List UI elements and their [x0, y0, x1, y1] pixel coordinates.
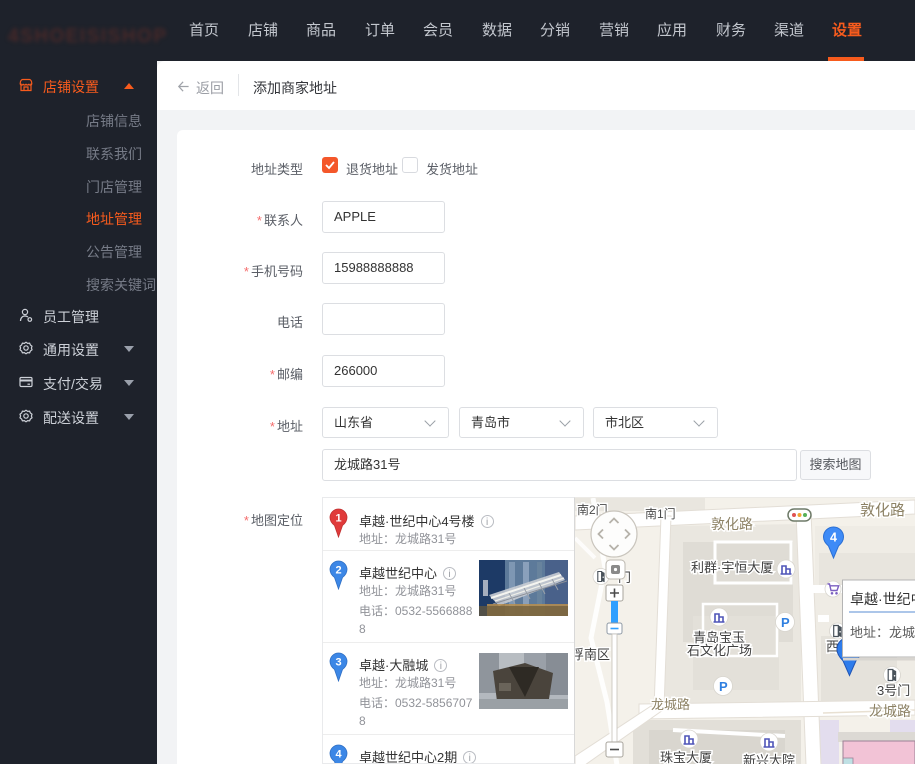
svg-text:卓越·世纪中心: 卓越·世纪中心 [850, 591, 915, 607]
svg-text:珠宝大厦: 珠宝大厦 [660, 750, 712, 764]
svg-text:3号门: 3号门 [877, 683, 910, 698]
svg-text:浮南区: 浮南区 [575, 647, 610, 662]
svg-text:1: 1 [335, 513, 341, 525]
svg-text:石文化广场: 石文化广场 [687, 643, 752, 658]
svg-text:4: 4 [335, 749, 342, 761]
svg-text:新兴大院: 新兴大院 [743, 753, 795, 764]
svg-text:龙城路: 龙城路 [651, 697, 690, 712]
svg-text:地址：龙城路: 地址：龙城路 [850, 625, 915, 640]
svg-text:P: P [781, 615, 790, 630]
svg-text:龙城路: 龙城路 [869, 703, 911, 719]
svg-text:利群·宇恒大厦: 利群·宇恒大厦 [691, 560, 773, 575]
svg-text:敦化路: 敦化路 [711, 516, 753, 532]
svg-text:3: 3 [335, 657, 341, 669]
svg-text:P: P [719, 679, 728, 694]
svg-text:2: 2 [335, 565, 341, 577]
svg-text:4: 4 [830, 531, 837, 545]
svg-text:敦化路: 敦化路 [860, 502, 905, 519]
svg-text:南1门: 南1门 [645, 506, 676, 521]
